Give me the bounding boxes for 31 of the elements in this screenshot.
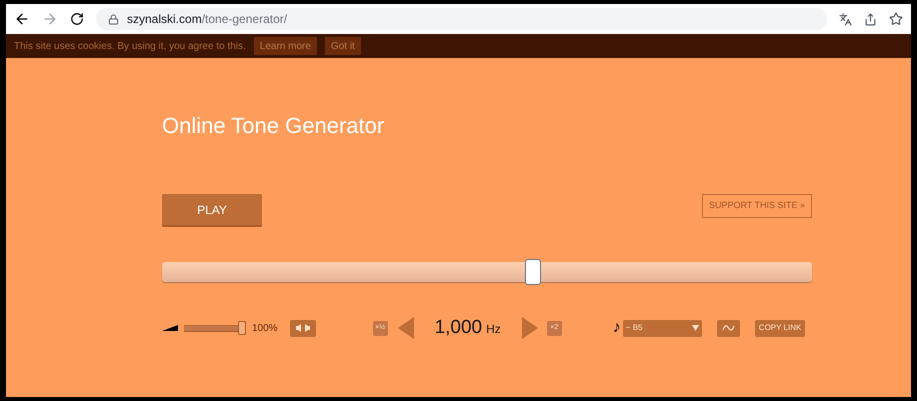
back-icon[interactable]: [14, 11, 30, 27]
forward-icon[interactable]: [42, 11, 58, 27]
translate-icon[interactable]: [839, 12, 852, 26]
volume-reading: 100%: [252, 322, 278, 336]
balance-button[interactable]: [290, 320, 316, 336]
slider-thumb[interactable]: [524, 259, 540, 285]
bookmark-star-icon[interactable]: [889, 12, 903, 26]
waveform-button[interactable]: [716, 320, 740, 336]
dropdown-caret-icon: [692, 325, 699, 331]
reload-icon[interactable]: [70, 12, 84, 26]
volume-thumb[interactable]: [238, 321, 246, 335]
speakers-icon: [294, 324, 312, 332]
url-text: szynalski.com/tone-generator/: [127, 11, 288, 28]
cookie-message: This site uses cookies. By using it, you agree to this.: [14, 40, 246, 54]
page-title: Online Tone Generator: [162, 112, 386, 139]
note-select[interactable]: ~ B5: [622, 320, 702, 336]
copy-link-button[interactable]: COPY LINK: [754, 320, 806, 336]
support-link[interactable]: SUPPORT THIS SITE »: [702, 194, 812, 218]
cookie-button[interactable]: Learn more: [254, 37, 317, 55]
note-icon: ♪: [612, 316, 621, 340]
frequency-value: 1,000 Hz: [434, 316, 501, 340]
share-icon[interactable]: [864, 12, 877, 26]
volume-slider-track[interactable]: [184, 321, 246, 335]
cookie-button[interactable]: Got it: [324, 37, 361, 55]
increase-arrow-icon[interactable]: [522, 317, 538, 339]
lock-icon: [108, 14, 119, 24]
volume-ramp-icon: [162, 325, 178, 331]
play-button[interactable]: PLAY: [162, 194, 262, 225]
address-bar[interactable]: szynalski.com/tone-generator/: [96, 8, 827, 30]
decrease-arrow-icon[interactable]: [398, 317, 414, 339]
sine-wave-icon: [722, 324, 735, 332]
